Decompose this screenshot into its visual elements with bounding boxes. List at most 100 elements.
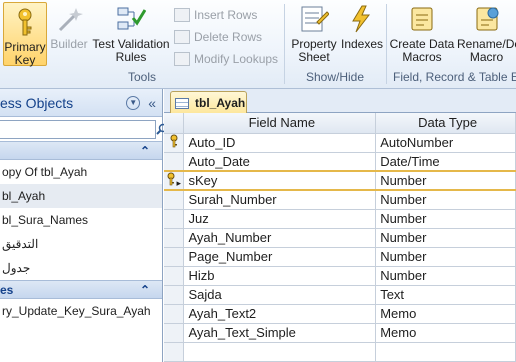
nav-section-tables[interactable]: ⌃ [0,141,162,160]
primary-key-icon [166,173,176,186]
row-selector[interactable] [164,266,185,286]
field-name-cell[interactable]: Ayah_Number [183,228,377,248]
data-type-cell[interactable]: Number [375,209,516,229]
nav-pane-header[interactable]: ess Objects ▼ « [0,89,162,117]
nav-item-query[interactable]: ry_Update_Key_Sura_Ayah [0,299,162,323]
nav-item-table[interactable]: التدقيق [0,232,162,256]
rename-macro-icon [472,4,502,34]
lightning-icon [346,4,376,34]
ribbon-separator [386,4,387,84]
test-validation-label: Test Validation Rules [92,37,170,64]
row-selector[interactable] [164,152,185,172]
table-design-grid: Field Name Data Type Auto_ID AutoNumber Au… [164,113,516,362]
field-name-cell[interactable] [183,342,377,362]
field-name-cell[interactable]: Ayah_Text2 [183,304,377,324]
row-selector[interactable] [164,209,185,229]
search-input[interactable] [0,119,156,139]
data-type-cell[interactable]: Memo [375,304,516,324]
field-events-group-label: Field, Record & Table Ev [393,70,516,84]
row-selector[interactable] [164,228,185,248]
field-name-cell[interactable]: Ayah_Text_Simple [183,323,377,343]
field-name-cell[interactable]: Page_Number [183,247,377,267]
table-row[interactable]: Auto_ID AutoNumber [164,133,516,153]
tab-tbl-ayah[interactable]: tbl_Ayah [170,91,247,114]
table-row[interactable]: Surah_Number Number [164,190,516,210]
rename-delete-macro-label: Rename/De Macro [457,37,516,64]
insert-rows-button[interactable]: Insert Rows [174,4,278,26]
collapse-up-icon[interactable]: ⌃ [140,144,150,158]
table-row[interactable]: Ayah_Text_Simple Memo [164,323,516,343]
delete-rows-label: Delete Rows [194,30,263,44]
table-row[interactable]: Auto_Date Date/Time [164,152,516,172]
row-commands: Insert Rows Delete Rows Modify Lookups [174,4,278,70]
field-name-cell[interactable]: Juz [183,209,377,229]
delete-rows-button[interactable]: Delete Rows [174,26,278,48]
data-type-cell[interactable]: Number [375,190,516,210]
collapse-pane-icon[interactable]: « [148,95,156,111]
field-name-cell[interactable]: Auto_Date [183,152,377,172]
table-row[interactable]: Juz Number [164,209,516,229]
table-row[interactable]: Page_Number Number [164,247,516,267]
nav-item-table[interactable]: bl_Sura_Names [0,208,162,232]
test-validation-rules-button[interactable]: Test Validation Rules [92,4,170,64]
show-hide-group-label: Show/Hide [306,70,365,84]
data-type-cell[interactable]: Number [375,228,516,248]
field-name-cell[interactable]: Auto_ID [183,133,377,153]
nav-item-table[interactable]: bl_Ayah [0,184,162,208]
modify-lookups-icon [174,52,190,66]
table-row[interactable]: Sajda Text [164,285,516,305]
modify-lookups-button[interactable]: Modify Lookups [174,48,278,70]
data-type-cell[interactable]: Date/Time [375,152,516,172]
data-type-cell[interactable] [375,342,516,362]
data-type-cell[interactable]: Memo [375,323,516,343]
chevron-down-icon[interactable]: ▼ [126,95,141,110]
table-row[interactable]: ▸ sKey Number [164,170,516,191]
insert-rows-icon [174,8,190,22]
row-selector[interactable] [164,190,185,210]
row-selector[interactable] [164,247,185,267]
navigation-pane: ess Objects ▼ « ⌃ opy Of tbl_Ayah bl_Aya… [0,89,168,362]
rename-delete-macro-button[interactable]: Rename/De Macro [457,4,516,64]
nav-item-table[interactable]: جدول [0,256,162,280]
create-data-macros-label: Create Data Macros [389,37,455,64]
builder-button[interactable]: Builder [50,4,88,51]
table-row[interactable]: Ayah_Text2 Memo [164,304,516,324]
create-data-macros-button[interactable]: Create Data Macros [389,4,455,64]
row-selector[interactable] [164,133,185,153]
row-selector[interactable] [164,342,185,362]
primary-key-button[interactable]: Primary Key [3,2,47,67]
data-type-cell[interactable]: Number [375,170,516,191]
wand-icon [54,4,84,34]
nav-item-table[interactable]: opy Of tbl_Ayah [0,160,162,184]
collapse-up-icon[interactable]: ⌃ [140,283,150,297]
column-header-field-name: Field Name [183,113,377,134]
document-tabbar: tbl_Ayah [164,89,516,114]
row-selector[interactable] [164,304,185,324]
data-type-cell[interactable]: Number [375,266,516,286]
row-selector[interactable] [164,285,185,305]
indexes-button[interactable]: Indexes [341,4,383,51]
property-sheet-icon [299,4,330,34]
data-type-cell[interactable]: Number [375,247,516,267]
ribbon: Primary Key Builder Test Validation Rule… [0,0,516,89]
property-sheet-label: Property Sheet [291,37,337,64]
table-row[interactable]: Ayah_Number Number [164,228,516,248]
data-type-cell[interactable]: AutoNumber [375,133,516,153]
nav-section-queries[interactable]: es ⌃ [0,280,162,299]
nav-pane-title: ess Objects [0,94,74,111]
table-row[interactable] [164,342,516,362]
field-name-cell[interactable]: Sajda [183,285,377,305]
modify-lookups-label: Modify Lookups [194,52,279,66]
tools-group-label: Tools [128,70,157,84]
field-name-cell[interactable]: Hizb [183,266,377,286]
macro-icon [407,4,437,34]
property-sheet-button[interactable]: Property Sheet [289,4,339,64]
data-type-cell[interactable]: Text [375,285,516,305]
row-selector[interactable]: ▸ [164,170,185,191]
table-row[interactable]: Hizb Number [164,266,516,286]
field-name-cell[interactable]: Surah_Number [183,190,377,210]
current-row-arrow-icon: ▸ [176,178,181,188]
ribbon-separator [284,4,285,84]
row-selector[interactable] [164,323,185,343]
field-name-cell[interactable]: sKey [183,170,377,191]
